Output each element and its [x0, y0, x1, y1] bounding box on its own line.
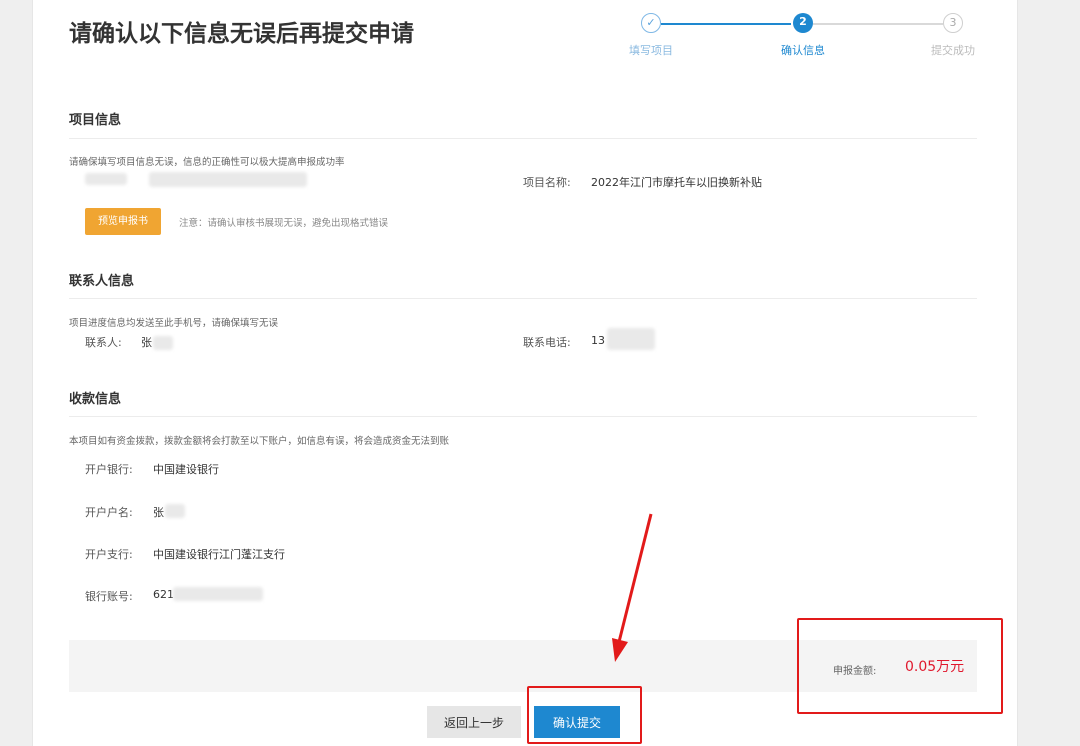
bank-value: 中国建设银行 — [153, 463, 219, 476]
divider — [69, 416, 977, 417]
redacted-account-name — [165, 504, 185, 518]
contact-info-hint: 项目进度信息均发送至此手机号，请确保填写无误 — [69, 318, 279, 329]
account-name-value: 张 — [153, 506, 164, 519]
payment-info-hint: 本项目如有资金拨款，拨款金额将会打款至以下账户，如信息有误，将会造成资金无法到账 — [69, 436, 450, 447]
contact-person-label: 联系人: — [85, 336, 122, 349]
step-connector-1 — [661, 23, 791, 25]
divider — [69, 298, 977, 299]
step-3-indicator: 3 — [943, 13, 963, 33]
account-number-value: 621 — [153, 588, 174, 601]
contact-phone-value: 13 — [591, 334, 605, 347]
payment-info-title: 收款信息 — [69, 392, 122, 407]
step-done-check-icon: ✓ — [641, 13, 661, 33]
step-2-label: 确认信息 — [781, 44, 825, 57]
red-arrow-icon — [612, 513, 653, 662]
amount-highlight-box — [797, 618, 1003, 714]
project-name-value: 2022年江门市摩托车以旧换新补贴 — [591, 176, 762, 189]
redacted-phone — [607, 328, 655, 350]
project-info-hint: 请确保填写项目信息无误，信息的正确性可以极大提高申报成功率 — [69, 157, 345, 168]
account-number-label: 银行账号: — [85, 590, 133, 603]
redacted-account-number — [173, 587, 263, 601]
account-name-label: 开户户名: — [85, 506, 133, 519]
contact-phone-label: 联系电话: — [523, 336, 571, 349]
project-info-title: 项目信息 — [69, 113, 122, 128]
preview-note: 注意：请确认审核书展现无误，避免出现格式错误 — [179, 218, 389, 229]
back-button[interactable]: 返回上一步 — [427, 706, 521, 738]
branch-label: 开户支行: — [85, 548, 133, 561]
step-2-indicator: 2 — [793, 13, 813, 33]
redacted-label — [85, 173, 127, 185]
page-title: 请确认以下信息无误后再提交申请 — [69, 21, 414, 47]
contact-person-value: 张 — [141, 336, 152, 349]
redacted-value — [149, 172, 307, 187]
divider — [69, 138, 977, 139]
submit-highlight-box — [527, 686, 642, 744]
step-connector-2 — [813, 23, 943, 25]
preview-application-button[interactable]: 预览申报书 — [85, 208, 161, 235]
bank-label: 开户银行: — [85, 463, 133, 476]
progress-stepper: ✓ 2 3 填写项目 确认信息 提交成功 — [629, 12, 999, 62]
project-name-label: 项目名称: — [523, 176, 571, 189]
step-1-label: 填写项目 — [629, 44, 673, 57]
contact-info-title: 联系人信息 — [69, 274, 135, 289]
redacted-name — [153, 336, 173, 350]
branch-value: 中国建设银行江门蓬江支行 — [153, 548, 285, 561]
step-3-label: 提交成功 — [931, 44, 975, 57]
